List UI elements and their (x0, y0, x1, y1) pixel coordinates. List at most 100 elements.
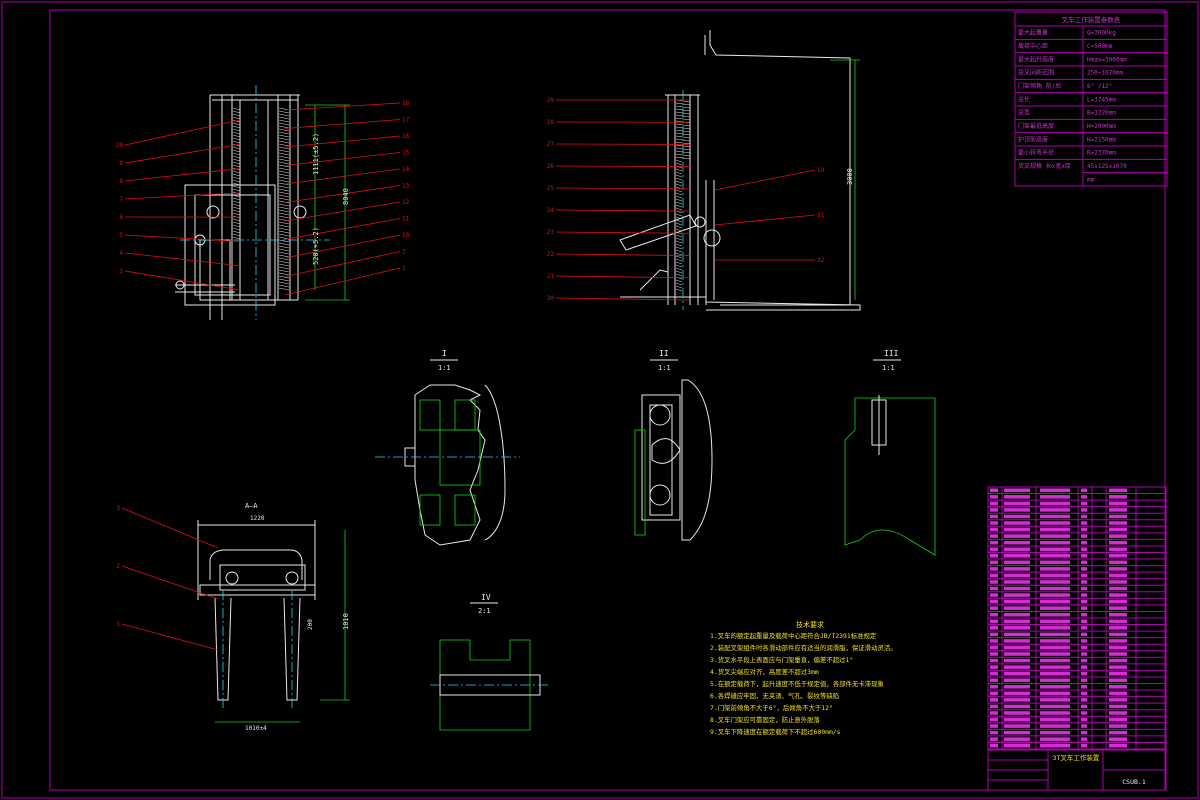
bom-row-name-16 (1040, 593, 1070, 597)
tech-req-item-0: 1.叉车的额定起重量及载荷中心距符合JB/T2391标准规定 (710, 631, 877, 640)
bom-row-name-17 (1040, 599, 1070, 604)
bom-row-code-2 (1004, 501, 1030, 506)
tech-req-title: 技术要求 (796, 620, 824, 629)
bom-row-qty-0 (1081, 488, 1087, 493)
right-r-callout-2: 32 (817, 257, 825, 264)
right-l-callout-3: 26 (547, 163, 555, 170)
left-l-callout-0: 20 (116, 142, 124, 149)
bom-row-qty-14 (1081, 580, 1087, 584)
bom-row-mat-3 (1109, 508, 1127, 512)
bom-row-mat-17 (1109, 599, 1127, 604)
right-l-callout-8: 21 (547, 273, 555, 280)
bom-row-no-34 (990, 711, 998, 715)
bom-row-mat-31 (1109, 691, 1127, 696)
bom-row-name-34 (1040, 711, 1070, 715)
detail-IV-label: IV (481, 593, 491, 602)
bom-row-name-1 (1040, 495, 1070, 499)
bom-row-qty-13 (1081, 573, 1087, 578)
bom-row-qty-19 (1081, 612, 1087, 617)
spec-row-value-1: C=500mm (1087, 43, 1113, 50)
bom-row-name-21 (1040, 626, 1070, 630)
left-r-callout-8: 10 (402, 232, 410, 239)
spec-row-label-7: 门架最低高度 (1018, 122, 1054, 130)
bom-row-code-25 (1004, 652, 1030, 656)
bom-row-no-10 (990, 554, 998, 558)
bom-row-no-32 (990, 698, 998, 702)
bom-row-no-17 (990, 599, 998, 604)
bom-row-no-23 (990, 639, 998, 643)
bom-row-name-12 (1040, 567, 1070, 571)
bom-row-qty-18 (1081, 606, 1087, 610)
detail-I-label: I (442, 349, 447, 358)
spec-row-label-2: 最大起升高度 (1018, 55, 1054, 63)
bom-row-mat-15 (1109, 586, 1127, 591)
bom-row-code-10 (1004, 554, 1030, 558)
left-l-callout-2: 8 (119, 178, 123, 185)
left-l-callout-5: 5 (119, 232, 123, 239)
bom-row-no-1 (990, 495, 998, 499)
bom-row-mat-36 (1109, 724, 1127, 728)
bom-row-mat-16 (1109, 593, 1127, 597)
bom-row-qty-4 (1081, 514, 1087, 519)
bom-row-qty-20 (1081, 619, 1087, 624)
bom-row-mat-28 (1109, 671, 1127, 676)
bom-row-mat-7 (1109, 534, 1127, 538)
bom-row-name-36 (1040, 724, 1070, 728)
section-AA-label: A—A (245, 502, 258, 510)
bom-row-no-26 (990, 658, 998, 663)
bom-row-mat-30 (1109, 685, 1127, 689)
bom-row-no-19 (990, 612, 998, 617)
dim-right-height: 3000 (846, 168, 854, 185)
bom-row-code-33 (1004, 704, 1030, 709)
bom-row-mat-19 (1109, 612, 1127, 617)
bom-row-no-38 (990, 737, 998, 741)
bom-row-mat-20 (1109, 619, 1127, 624)
bom-row-mat-6 (1109, 527, 1127, 532)
bom-row-qty-33 (1081, 704, 1087, 709)
spec-row-value-6: B=1220mm (1087, 110, 1116, 117)
bom-row-mat-0 (1109, 488, 1127, 493)
bom-row-name-0 (1040, 488, 1070, 493)
bom-row-name-24 (1040, 645, 1070, 650)
bom-row-name-32 (1040, 698, 1070, 702)
left-r-callout-5: 13 (402, 183, 410, 190)
spec-row-label-4: 门架倾角 前/后 (1018, 82, 1061, 90)
bom-row-code-26 (1004, 658, 1030, 663)
bom-row-mat-26 (1109, 658, 1127, 663)
right-r-callout-0: 19 (817, 167, 825, 174)
dim-section-width: 1220 (250, 515, 265, 522)
section-callout-2: 1 (116, 621, 120, 628)
bom-row-code-9 (1004, 547, 1030, 551)
bom-row-code-21 (1004, 626, 1030, 630)
bom-row-code-8 (1004, 540, 1030, 545)
bom-row-no-16 (990, 593, 998, 597)
bom-row-code-18 (1004, 606, 1030, 610)
bom-row-qty-22 (1081, 632, 1087, 637)
bom-row-no-18 (990, 606, 998, 610)
bom-row-qty-8 (1081, 540, 1087, 545)
left-r-callout-7: 11 (402, 216, 410, 223)
bom-row-mat-21 (1109, 626, 1127, 630)
bom-row-mat-25 (1109, 652, 1127, 656)
spec-row-label-1: 载荷中心距 (1018, 42, 1048, 50)
bom-row-code-22 (1004, 632, 1030, 637)
right-l-callout-9: 30 (547, 295, 555, 302)
bom-row-qty-3 (1081, 508, 1087, 512)
bom-row-no-15 (990, 586, 998, 591)
spec-table-title: 叉车工作装置参数表 (1062, 15, 1121, 24)
bom-row-no-33 (990, 704, 998, 709)
bom-row-mat-22 (1109, 632, 1127, 637)
bom-row-code-34 (1004, 711, 1030, 715)
bom-row-name-13 (1040, 573, 1070, 578)
left-l-callout-1: 9 (119, 160, 123, 167)
bom-row-no-6 (990, 527, 998, 532)
bom-row-qty-31 (1081, 691, 1087, 696)
bom-row-no-37 (990, 730, 998, 735)
bom-row-code-29 (1004, 678, 1030, 682)
bom-row-qty-29 (1081, 678, 1087, 682)
bom-row-qty-16 (1081, 593, 1087, 597)
bom-row-qty-10 (1081, 554, 1087, 558)
bom-row-mat-2 (1109, 501, 1127, 506)
detail-IV-scale: 2:1 (478, 607, 491, 615)
left-r-callout-2: 16 (402, 133, 410, 140)
